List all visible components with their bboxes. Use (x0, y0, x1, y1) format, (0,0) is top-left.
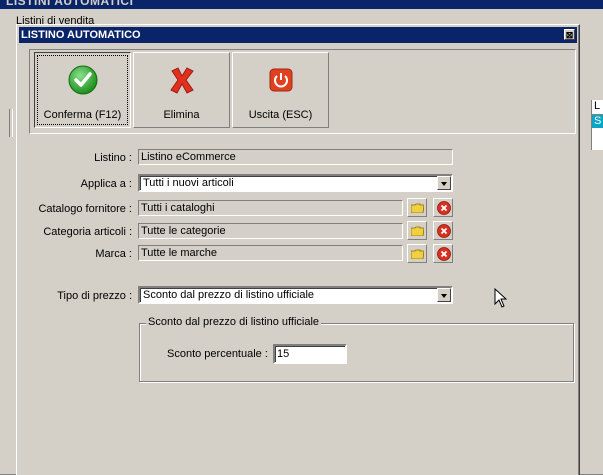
catalogo-fornitore-label: Catalogo fornitore : (38, 203, 132, 215)
check-icon (68, 65, 98, 95)
categoria-articoli-field: Tutte le categorie (138, 223, 403, 239)
clear-icon (437, 247, 451, 261)
mouse-cursor-icon (494, 288, 508, 308)
marca-field: Tutte le marche (138, 245, 403, 261)
tipo-di-prezzo-label: Tipo di prezzo : (57, 290, 132, 302)
listino-label: Listino : (94, 152, 132, 164)
close-button[interactable]: ⊠ (564, 29, 575, 40)
sconto-groupbox: Sconto dal prezzo di listino ufficiale S… (139, 316, 574, 382)
categoria-browse-button[interactable] (407, 221, 427, 240)
tipo-di-prezzo-select[interactable]: Sconto dal prezzo di listino ufficiale (138, 286, 453, 304)
delete-button[interactable]: Elimina (133, 52, 230, 128)
dialog-title: LISTINO AUTOMATICO (21, 29, 141, 41)
background-list-header: L (592, 100, 603, 115)
clear-icon (437, 224, 451, 238)
sconto-percentuale-input[interactable]: 15 (273, 344, 347, 364)
applica-a-select[interactable]: Tutti i nuovi articoli (138, 174, 453, 192)
exit-button-label: Uscita (ESC) (248, 109, 313, 121)
toolbar: Conferma (F12) Elimina Uscita (ESC) (29, 49, 576, 134)
sconto-group-title: Sconto dal prezzo di listino ufficiale (146, 316, 322, 328)
marca-label: Marca : (95, 248, 132, 260)
marca-clear-button[interactable] (433, 244, 453, 263)
listino-automatico-dialog: LISTINO AUTOMATICO ⊠ Conferma (F12) Elim… (16, 24, 580, 475)
background-window-titlebar: LISTINI AUTOMATICI (0, 0, 603, 9)
delete-button-label: Elimina (163, 109, 200, 121)
dropdown-arrow-icon[interactable] (437, 288, 451, 302)
catalogo-browse-button[interactable] (407, 198, 427, 217)
listino-field: Listino eCommerce (138, 149, 453, 165)
catalogo-clear-button[interactable] (433, 198, 453, 217)
background-window-title: LISTINI AUTOMATICI (6, 0, 134, 8)
marca-browse-button[interactable] (407, 244, 427, 263)
x-mark-icon (170, 67, 194, 94)
folder-icon (411, 203, 424, 213)
confirm-button-label: Conferma (F12) (43, 109, 122, 121)
background-list-panel[interactable]: L S (591, 100, 603, 150)
folder-icon (411, 226, 424, 236)
tipo-di-prezzo-value: Sconto dal prezzo di listino ufficiale (143, 289, 315, 301)
confirm-button[interactable]: Conferma (F12) (34, 52, 131, 128)
catalogo-fornitore-field: Tutti i cataloghi (138, 200, 403, 216)
applica-a-value: Tutti i nuovi articoli (143, 177, 234, 189)
background-list-selected-row[interactable]: S (592, 115, 603, 128)
dropdown-arrow-icon[interactable] (437, 176, 451, 190)
folder-icon (411, 249, 424, 259)
exit-button[interactable]: Uscita (ESC) (232, 52, 329, 128)
sconto-percentuale-label: Sconto percentuale : (167, 348, 268, 360)
dialog-titlebar[interactable]: LISTINO AUTOMATICO ⊠ (19, 27, 577, 43)
categoria-articoli-label: Categoria articoli : (43, 226, 132, 238)
power-icon (269, 68, 293, 92)
applica-a-label: Applica a : (80, 178, 132, 190)
categoria-clear-button[interactable] (433, 221, 453, 240)
clear-icon (437, 201, 451, 215)
background-divider (9, 109, 13, 137)
